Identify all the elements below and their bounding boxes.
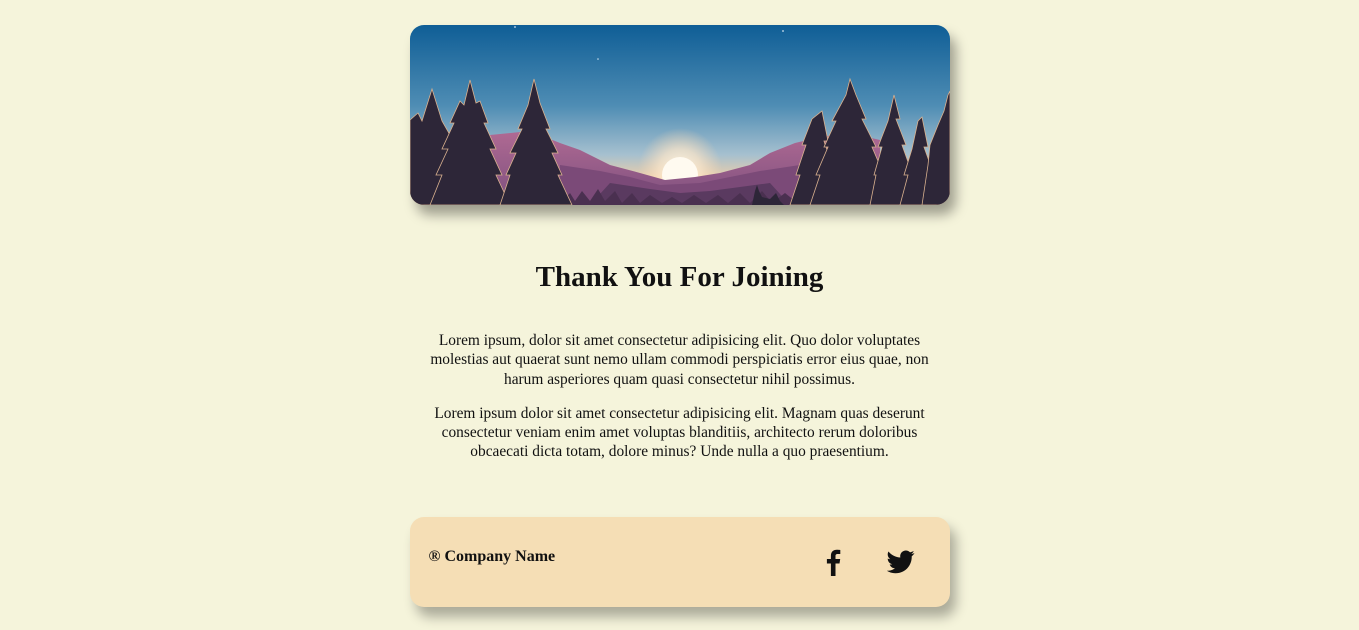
footer: ® Company Name [409,516,950,607]
facebook-link[interactable] [816,545,850,579]
landscape-illustration [409,25,950,205]
body-paragraph-2: Lorem ipsum dolor sit amet consectetur a… [434,404,925,461]
facebook-icon [826,549,840,576]
body-paragraph-1: Lorem ipsum, dolor sit amet consectetur … [430,332,929,388]
twitter-icon [886,550,915,573]
hero-image [409,25,950,205]
twitter-link[interactable] [884,545,918,579]
email-container: Thank You For Joining Lorem ipsum, dolor… [409,0,950,607]
page-title: Thank You For Joining [535,261,824,293]
company-name: ® Company Name [428,547,556,565]
